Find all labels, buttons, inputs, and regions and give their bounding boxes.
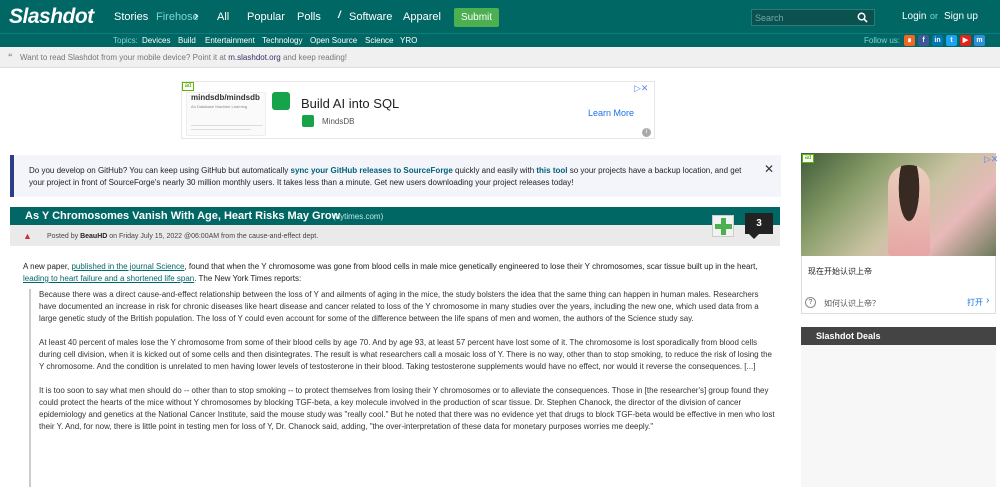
sidebar-ad-open-button[interactable]: 打开	[967, 297, 983, 308]
quote-icon: “	[8, 52, 13, 62]
comment-count-bubble[interactable]: 3	[745, 213, 773, 234]
submit-button[interactable]: Submit	[454, 8, 499, 27]
nav-firehose[interactable]: Firehose	[156, 11, 199, 23]
topic-devices[interactable]: Devices	[142, 36, 170, 45]
search-input[interactable]	[755, 11, 850, 24]
nav-all[interactable]: All	[217, 11, 229, 23]
sync-github-link[interactable]: sync your GitHub releases to SourceForge	[291, 166, 453, 175]
article-quote: Because there was a direct cause-and-eff…	[29, 289, 779, 487]
article-title[interactable]: As Y Chromosomes Vanish With Age, Heart …	[25, 210, 340, 222]
ad-thumb-subtitle: An Database Machine Learning	[191, 104, 248, 109]
topic-yro[interactable]: YRO	[400, 36, 417, 45]
slashdot-logo[interactable]: Slashdot	[9, 5, 94, 29]
topic-technology[interactable]: Technology	[262, 36, 302, 45]
login-link[interactable]: Login	[902, 11, 926, 22]
article-meta: ▲ Posted by BeauHD on Friday July 15, 20…	[10, 225, 780, 246]
software-slash-icon: /	[338, 10, 341, 21]
slashdot-deals-title[interactable]: Slashdot Deals	[816, 331, 881, 341]
topic-entertainment[interactable]: Entertainment	[205, 36, 255, 45]
science-topic-icon[interactable]: ▲	[23, 231, 32, 241]
youtube-icon[interactable]: ▶	[960, 35, 971, 46]
nav-stories[interactable]: Stories	[114, 11, 148, 23]
journal-link[interactable]: published in the journal Science	[71, 262, 184, 271]
posted-by: Posted by BeauHD on Friday July 15, 2022…	[47, 233, 319, 240]
signup-link[interactable]: Sign up	[944, 11, 978, 22]
sidebar-ad-close-icon[interactable]: ▷✕	[984, 154, 998, 165]
ad-thumb-divider	[191, 129, 251, 130]
topic-build[interactable]: Build	[178, 36, 196, 45]
sidebar-ad-badge: ad	[802, 154, 814, 163]
github-sync-notice: Do you develop on GitHub? You can keep u…	[10, 155, 781, 197]
search-icon[interactable]	[857, 12, 868, 23]
topic-open-source[interactable]: Open Source	[310, 36, 357, 45]
sidebar-ad-question[interactable]: 如何认识上帝？	[824, 298, 880, 309]
or-separator: or	[930, 11, 939, 21]
share-plus-button[interactable]	[712, 215, 734, 237]
article-header: As Y Chromosomes Vanish With Age, Heart …	[10, 207, 780, 225]
article-intro: A new paper, published in the journal Sc…	[23, 262, 758, 283]
quote-paragraph: It is too soon to say what men should do…	[39, 386, 775, 431]
twitter-icon[interactable]: t	[946, 35, 957, 46]
topics-bar: Topics: Devices Build Entertainment Tech…	[0, 33, 1000, 47]
ad-learn-more-button[interactable]: Learn More	[588, 108, 634, 118]
author-link[interactable]: BeauHD	[80, 233, 107, 240]
nav-popular[interactable]: Popular	[247, 11, 285, 23]
topic-science[interactable]: Science	[365, 36, 393, 45]
close-icon[interactable]: ✕	[764, 162, 774, 176]
chevron-right-icon[interactable]: ›	[986, 295, 989, 306]
slashdot-deals-header: Slashdot Deals	[801, 327, 996, 345]
ad-brand: MindsDB	[322, 117, 355, 126]
heart-failure-link[interactable]: leading to heart failure and a shortened…	[23, 274, 194, 283]
search-box	[751, 9, 875, 26]
ad-info-icon[interactable]: i	[642, 128, 651, 137]
quote-paragraph: Because there was a direct cause-and-eff…	[39, 290, 759, 323]
this-tool-link[interactable]: this tool	[536, 166, 567, 175]
rss-icon[interactable]: ∎	[904, 35, 915, 46]
slashdot-deals-panel	[801, 345, 996, 487]
nav-apparel[interactable]: Apparel	[403, 11, 441, 23]
question-icon: ?	[805, 297, 816, 308]
nav-polls[interactable]: Polls	[297, 11, 321, 23]
mindsdb-logo-icon	[272, 92, 290, 110]
chevron-right-icon[interactable]: ›	[194, 8, 198, 23]
plus-icon-bar	[715, 224, 732, 229]
follow-us-label: Follow us:	[864, 36, 901, 45]
sidebar-ad-caption[interactable]: 现在开始认识上帝	[808, 266, 872, 277]
quote-paragraph: At least 40 percent of males lose the Y …	[39, 338, 772, 371]
mastodon-icon[interactable]: m	[974, 35, 985, 46]
ad-thumbnail[interactable]: mindsdb/mindsdb An Database Machine Lear…	[186, 92, 266, 136]
ad-thumb-divider	[191, 125, 263, 126]
linkedin-icon[interactable]: in	[932, 35, 943, 46]
mindsdb-small-logo-icon	[302, 115, 314, 127]
facebook-icon[interactable]: f	[918, 35, 929, 46]
ad-badge: ad	[182, 82, 194, 91]
ad-close-icon[interactable]: ▷✕	[634, 83, 648, 94]
mobile-notice: “ Want to read Slashdot from your mobile…	[0, 47, 1000, 68]
top-navbar: Slashdot Stories Firehose › All Popular …	[0, 0, 1000, 33]
sidebar-ad-person	[888, 165, 930, 256]
article-source[interactable]: (nytimes.com)	[333, 212, 383, 221]
mobile-site-link[interactable]: m.slashdot.org	[228, 53, 280, 62]
ad-headline[interactable]: Build AI into SQL	[301, 96, 399, 111]
mobile-notice-text: Want to read Slashdot from your mobile d…	[20, 53, 347, 62]
nav-software[interactable]: Software	[349, 11, 392, 23]
comment-bubble-tail	[749, 234, 759, 239]
topics-label: Topics:	[113, 36, 138, 45]
github-notice-text: Do you develop on GitHub? You can keep u…	[29, 166, 742, 187]
ad-thumb-title: mindsdb/mindsdb	[191, 93, 260, 102]
